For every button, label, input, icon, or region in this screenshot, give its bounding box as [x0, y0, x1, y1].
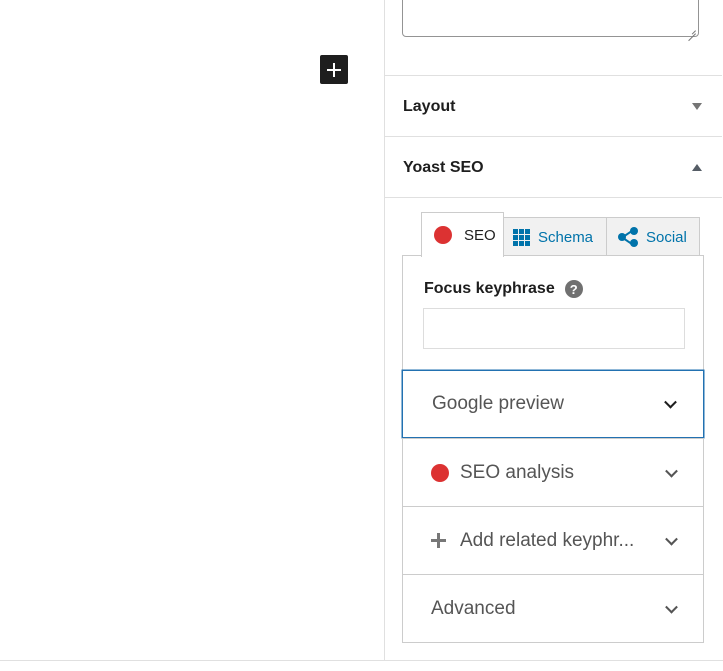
- divider: [385, 197, 722, 198]
- caret-up-icon: [692, 164, 702, 171]
- tab-schema-label: Schema: [538, 228, 594, 246]
- tab-seo-label: SEO: [464, 226, 496, 244]
- tab-seo[interactable]: SEO: [421, 212, 504, 257]
- caret-down-icon: [692, 103, 702, 110]
- help-icon[interactable]: ?: [564, 280, 583, 298]
- section-label: Advanced: [431, 597, 516, 619]
- yoast-seo-metabox: Focus keyphrase ? Google preview SEO ana…: [402, 255, 704, 643]
- divider: [0, 660, 723, 661]
- section-label: Google preview: [432, 393, 565, 414]
- panel-yoast-toggle[interactable]: Yoast SEO: [385, 136, 722, 198]
- grid-icon: [513, 228, 530, 246]
- resize-handle-icon[interactable]: [688, 26, 696, 34]
- focus-keyphrase-label: Focus keyphrase ?: [424, 280, 583, 298]
- seo-analysis-toggle[interactable]: SEO analysis: [402, 438, 704, 506]
- tab-social-label: Social: [646, 228, 687, 246]
- tab-schema[interactable]: Schema: [503, 217, 607, 256]
- section-label: SEO analysis: [460, 461, 575, 483]
- red-dot-icon: [434, 226, 452, 244]
- advanced-toggle[interactable]: Advanced: [402, 574, 704, 642]
- chevron-down-icon: [665, 532, 678, 546]
- settings-sidebar: Layout Yoast SEO SEO Schema Social Focus…: [384, 0, 723, 661]
- red-dot-icon: [431, 463, 449, 482]
- section-label: Add related keyphr...: [460, 529, 635, 551]
- plus-icon: [431, 533, 446, 548]
- share-icon: [618, 227, 638, 247]
- add-related-keyphrase-toggle[interactable]: Add related keyphr...: [402, 506, 704, 574]
- editor-canvas: [0, 0, 385, 671]
- panel-title-layout: Layout: [403, 97, 456, 115]
- block-inserter-button[interactable]: [320, 55, 348, 84]
- chevron-down-icon: [664, 395, 677, 409]
- chevron-down-icon: [665, 600, 678, 614]
- tab-social[interactable]: Social: [606, 217, 700, 256]
- focus-keyphrase-input[interactable]: [423, 308, 685, 349]
- chevron-down-icon: [665, 464, 678, 478]
- panel-title-yoast: Yoast SEO: [403, 158, 484, 176]
- panel-layout-toggle[interactable]: Layout: [385, 75, 722, 137]
- google-preview-toggle[interactable]: Google preview: [402, 370, 704, 438]
- excerpt-textarea[interactable]: [402, 0, 699, 37]
